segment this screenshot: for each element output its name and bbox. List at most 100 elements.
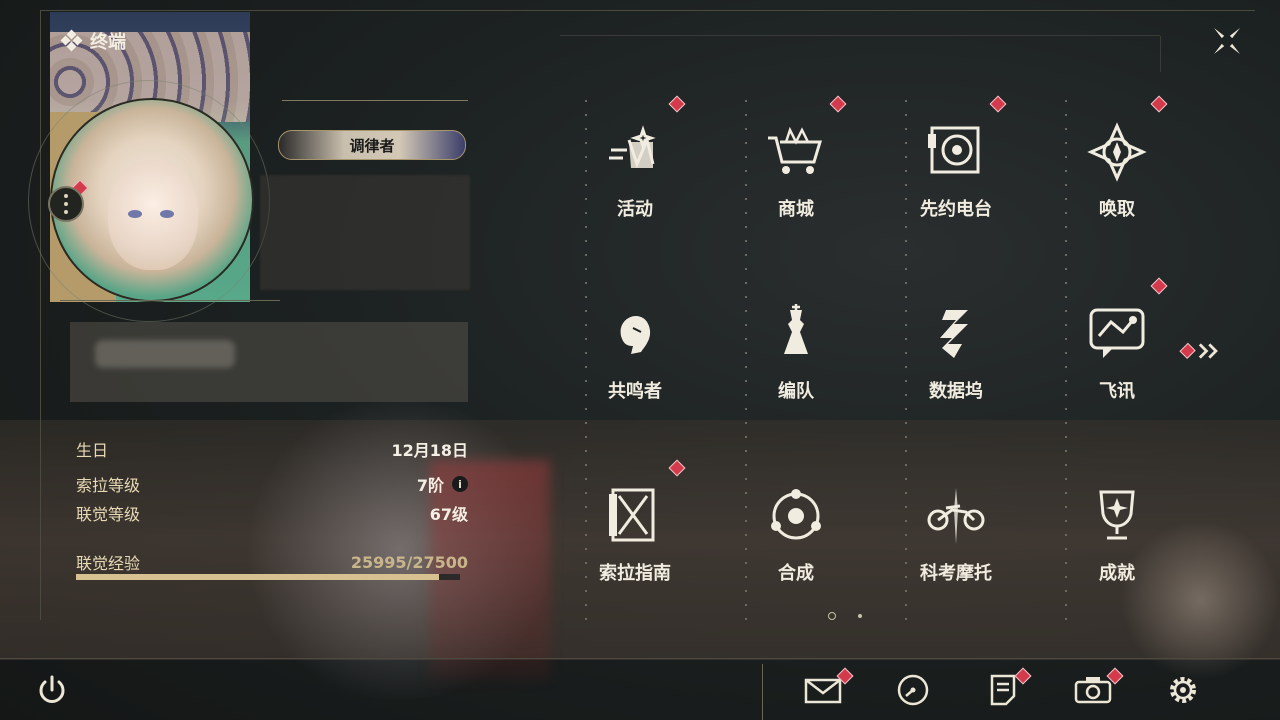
grid-dot [585, 380, 587, 382]
grid-dot [745, 450, 747, 452]
menu-tile-label: 成就 [1099, 563, 1135, 584]
menu-tile-label: 先约电台 [920, 199, 992, 220]
menu-tile-events[interactable]: 活动 [555, 95, 715, 270]
grid-dot [745, 142, 747, 144]
menu-tile-team[interactable]: 编队 [716, 282, 876, 452]
grid-dot [745, 310, 747, 312]
grid-dot [1065, 590, 1067, 592]
menu-tile-convene[interactable]: 唤取 [1037, 95, 1197, 270]
history-button[interactable] [893, 672, 933, 708]
menu-tile-guide[interactable]: 索拉指南 [555, 459, 715, 634]
grid-dot [1065, 212, 1067, 214]
grid-dot [585, 506, 587, 508]
grid-dot [745, 436, 747, 438]
grid-dot [1065, 534, 1067, 536]
mail-button[interactable] [803, 667, 854, 708]
grid-dot [1065, 114, 1067, 116]
menu-tile-shop-cart[interactable]: 商城 [716, 95, 876, 270]
power-button[interactable] [32, 672, 72, 708]
grid-dot [745, 590, 747, 592]
grid-dot [585, 394, 587, 396]
grid-dot [1065, 478, 1067, 480]
grid-dot [745, 520, 747, 522]
grid-dot [585, 436, 587, 438]
grid-dot [905, 198, 907, 200]
menu-tile-motorcycle[interactable]: 科考摩托 [876, 464, 1036, 634]
message-icon [1089, 308, 1145, 358]
grid-dot [585, 408, 587, 410]
grid-dot [905, 366, 907, 368]
camera-button[interactable] [1073, 667, 1124, 708]
next-page-button[interactable] [1179, 340, 1222, 362]
grid-dot [1065, 352, 1067, 354]
grid-dot [1065, 310, 1067, 312]
grid-dot [585, 464, 587, 466]
grid-dot [1065, 548, 1067, 550]
grid-dot [585, 240, 587, 242]
stat-union-level: 联觉等级 67级 [76, 501, 468, 525]
grid-dot [905, 114, 907, 116]
grid-dot [745, 226, 747, 228]
close-icon [1214, 28, 1240, 54]
synthesis-icon [771, 489, 821, 540]
motorcycle-icon [927, 488, 985, 544]
grid-dot [1065, 226, 1067, 228]
grid-dot [745, 394, 747, 396]
grid-dot [905, 128, 907, 130]
grid-dot [905, 576, 907, 578]
grid-dot [745, 478, 747, 480]
menu-tile-label: 共鸣者 [608, 381, 662, 402]
notes-button[interactable] [983, 667, 1032, 708]
blurred-name-area [260, 175, 470, 290]
menu-tile-trophy[interactable]: 成就 [1037, 464, 1197, 634]
menu-tile-label: 数据坞 [929, 381, 983, 402]
title-tag[interactable]: 调律者 [278, 130, 466, 160]
notification-badge [829, 95, 847, 113]
page-dot[interactable] [858, 614, 862, 618]
grid-dot [745, 492, 747, 494]
grid-dot [1065, 450, 1067, 452]
events-icon [609, 125, 656, 169]
grid-dot [585, 114, 587, 116]
stat-union-exp: 联觉经验 25995/27500 [76, 550, 468, 574]
page-dot-active[interactable] [828, 612, 836, 620]
grid-dot [585, 254, 587, 256]
grid-dot [745, 352, 747, 354]
team-icon [784, 304, 808, 354]
info-icon[interactable]: i [452, 476, 468, 492]
header: 终端 [60, 28, 126, 54]
grid-dot [1065, 576, 1067, 578]
profile-options-button[interactable] [48, 186, 84, 222]
menu-tile-message[interactable]: 飞讯 [1037, 277, 1197, 452]
page-title: 终端 [90, 32, 126, 53]
grid-dot [905, 352, 907, 354]
grid-dot [745, 128, 747, 130]
grid-dot [905, 436, 907, 438]
menu-tile-resonator[interactable]: 共鸣者 [555, 282, 715, 452]
tag-divider [282, 100, 468, 101]
grid-dot [1065, 492, 1067, 494]
grid-dot [745, 534, 747, 536]
close-button[interactable] [1210, 24, 1244, 58]
grid-dot [1065, 184, 1067, 186]
grid-dot [1065, 296, 1067, 298]
grid-dot [745, 198, 747, 200]
grid-dot [905, 548, 907, 550]
guide-icon [609, 488, 655, 542]
grid-dot [905, 534, 907, 536]
clock-icon [897, 674, 929, 706]
menu-tile-radio[interactable]: 先约电台 [876, 95, 1036, 270]
stat-label: 联觉经验 [76, 554, 141, 573]
corner-frame-line [1160, 36, 1161, 72]
grid-dot [905, 170, 907, 172]
grid-dot [905, 464, 907, 466]
stat-label: 联觉等级 [76, 505, 141, 524]
settings-button[interactable] [1163, 672, 1203, 708]
menu-tile-data-bank[interactable]: 数据坞 [876, 282, 1036, 452]
menu-tile-synthesis[interactable]: 合成 [716, 464, 876, 634]
top-frame-line-inner [560, 35, 1160, 36]
grid-dot [585, 422, 587, 424]
grid-dot [905, 618, 907, 620]
grid-dot [1065, 156, 1067, 158]
grid-dot [745, 548, 747, 550]
